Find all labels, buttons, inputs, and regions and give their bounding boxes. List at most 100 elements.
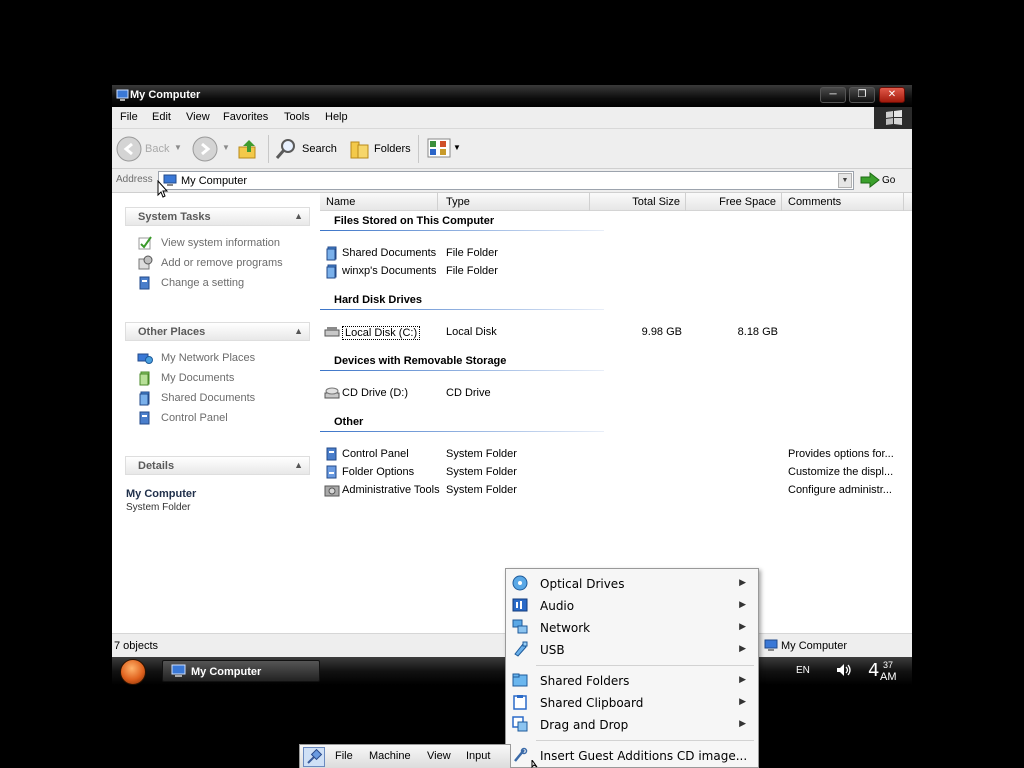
cell-name: Folder Options [342, 466, 415, 478]
audio-icon [512, 598, 528, 612]
close-icon: ✕ [887, 89, 897, 100]
mouse-cursor-icon [531, 760, 538, 768]
control-panel-icon [326, 447, 337, 461]
menu-item-label: Shared Clipboard [540, 696, 644, 710]
chevron-up-icon[interactable]: ▲ [294, 326, 303, 336]
menu-item-label: USB [540, 643, 565, 657]
vbox-mini-toolbar: File Machine View Input [299, 744, 511, 768]
table-row[interactable]: CD Drive (D:) CD Drive [320, 385, 912, 403]
column-name[interactable]: Name [320, 193, 438, 211]
menu-item-drag-and-drop[interactable]: Drag and Drop ▶ [506, 713, 758, 735]
cd-drive-icon [324, 387, 340, 399]
menu-item-label: Insert Guest Additions CD image... [540, 749, 748, 763]
back-button[interactable]: Back ▼ [116, 135, 184, 163]
place-label: Control Panel [161, 412, 228, 424]
taskbar-my-computer-button[interactable]: My Computer [162, 660, 320, 682]
my-documents-icon [326, 264, 337, 279]
group-header: Other [334, 416, 364, 428]
folder-options-icon [326, 465, 337, 479]
table-row[interactable]: Folder Options System Folder Customize the… [320, 464, 912, 482]
cell-type: Local Disk [446, 326, 497, 338]
cell-type: System Folder [446, 466, 517, 478]
folders-label: Folders [374, 143, 411, 155]
column-free-space[interactable]: Free Space [686, 193, 782, 211]
pin-button[interactable] [303, 747, 325, 767]
cell-total-size: 9.98 GB [641, 326, 682, 338]
close-button[interactable]: ✕ [879, 87, 905, 103]
other-places-header[interactable]: Other Places ▲ [125, 322, 310, 341]
my-computer-icon [764, 639, 778, 651]
column-type[interactable]: Type [438, 193, 590, 211]
views-button[interactable]: ▼ [426, 135, 462, 163]
volume-icon[interactable] [836, 663, 852, 677]
search-button[interactable]: Search [274, 135, 338, 163]
menu-item-usb[interactable]: USB ▶ [506, 638, 758, 660]
details-name: My Computer [126, 488, 197, 500]
folders-button[interactable]: Folders [348, 135, 414, 163]
table-row[interactable]: Local Disk (C:) Local Disk 9.98 GB 8.18 GB [320, 324, 912, 342]
menu-item-label: Optical Drives [540, 577, 625, 591]
go-arrow-icon [860, 172, 880, 188]
chevron-up-icon[interactable]: ▲ [294, 211, 303, 221]
cell-comments: Configure administr... [788, 484, 892, 496]
minimize-button[interactable]: ─ [820, 87, 846, 103]
system-tasks-header[interactable]: System Tasks ▲ [125, 207, 310, 226]
menu-favorites[interactable]: Favorites [223, 111, 268, 123]
table-row[interactable]: winxp's Documents File Folder [320, 263, 912, 281]
toolbar: Back ▼ ▼ Search Folders ▼ [112, 129, 912, 169]
column-comments[interactable]: Comments [782, 193, 904, 211]
table-row[interactable]: Administrative Tools System Folder Configu… [320, 482, 912, 500]
search-icon [275, 139, 295, 159]
views-dropdown-icon: ▼ [453, 143, 461, 152]
other-places-title: Other Places [138, 326, 206, 338]
table-row[interactable]: Shared Documents File Folder [320, 245, 912, 263]
cell-name: CD Drive (D:) [342, 387, 408, 399]
chevron-up-icon[interactable]: ▲ [294, 460, 303, 470]
menu-item-insert-guest-additions[interactable]: Insert Guest Additions CD image... [506, 744, 758, 766]
my-documents-icon [139, 371, 150, 386]
maximize-button[interactable]: ❐ [849, 87, 875, 103]
clock-minute: 37 [883, 660, 894, 670]
vbox-menu-view[interactable]: View [427, 750, 451, 762]
menu-view[interactable]: View [186, 111, 210, 123]
menu-help[interactable]: Help [325, 111, 348, 123]
restore-icon: ❐ [857, 89, 867, 100]
vbox-menu-file[interactable]: File [335, 750, 353, 762]
address-dropdown-button[interactable]: ▼ [838, 173, 852, 188]
start-button[interactable] [120, 659, 146, 685]
details-header[interactable]: Details ▲ [125, 456, 310, 475]
menu-tools[interactable]: Tools [284, 111, 310, 123]
menu-item-shared-clipboard[interactable]: Shared Clipboard ▶ [506, 691, 758, 713]
menu-edit[interactable]: Edit [152, 111, 171, 123]
vbox-menu-input[interactable]: Input [466, 750, 490, 762]
menu-item-optical-drives[interactable]: Optical Drives ▶ [506, 572, 758, 594]
language-indicator[interactable]: EN [796, 665, 810, 676]
group-divider [320, 230, 604, 231]
column-total-size[interactable]: Total Size [590, 193, 686, 211]
system-tasks-title: System Tasks [138, 211, 211, 223]
group-header: Files Stored on This Computer [334, 215, 495, 227]
clock-hour[interactable]: 4 [868, 660, 879, 681]
menu-item-network[interactable]: Network ▶ [506, 616, 758, 638]
title-bar[interactable]: My Computer ─ ❐ ✕ [112, 85, 912, 107]
pin-icon [307, 748, 323, 764]
menu-item-audio[interactable]: Audio ▶ [506, 594, 758, 616]
up-folder-button[interactable] [236, 135, 262, 163]
menu-item-shared-folders[interactable]: Shared Folders ▶ [506, 669, 758, 691]
back-dropdown-icon[interactable]: ▼ [174, 143, 182, 152]
submenu-arrow-icon: ▶ [739, 577, 746, 587]
cell-type: CD Drive [446, 387, 491, 399]
group-divider [320, 431, 604, 432]
forward-button[interactable]: ▼ [192, 135, 232, 163]
cell-type: System Folder [446, 484, 517, 496]
table-row[interactable]: Control Panel System Folder Provides optio… [320, 446, 912, 464]
address-input[interactable]: My Computer ▼ [158, 171, 854, 190]
submenu-arrow-icon: ▶ [739, 621, 746, 631]
task-label: Add or remove programs [161, 257, 283, 269]
task-pane: System Tasks ▲ View system information A… [112, 193, 320, 633]
task-label: View system information [161, 237, 281, 249]
forward-dropdown-icon[interactable]: ▼ [222, 143, 230, 152]
vbox-menu-machine[interactable]: Machine [369, 750, 411, 762]
toolbar-separator [418, 135, 419, 163]
menu-file[interactable]: File [120, 111, 138, 123]
